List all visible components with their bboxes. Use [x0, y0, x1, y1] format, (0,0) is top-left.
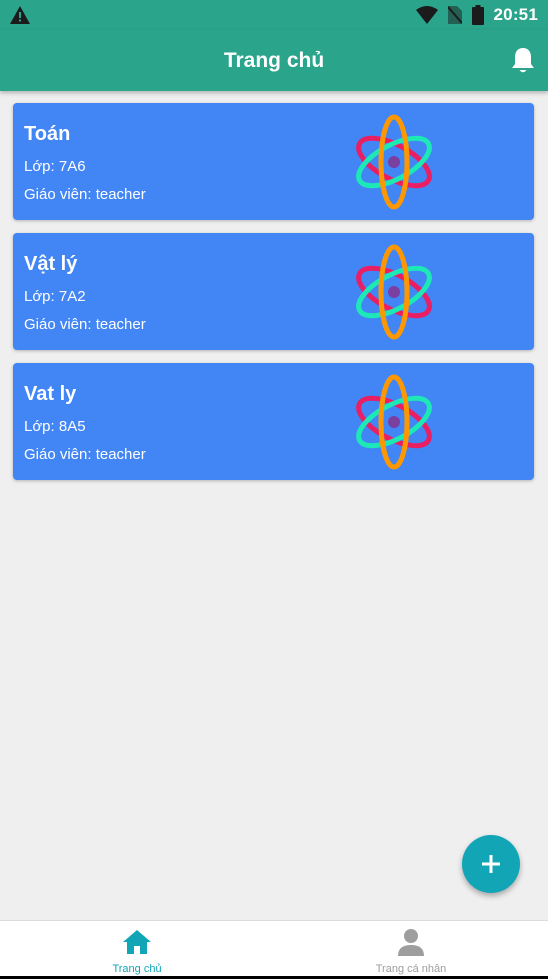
person-icon: [398, 929, 424, 956]
course-name: Vat ly: [24, 383, 77, 405]
nav-item-profile[interactable]: Trang cá nhân: [274, 921, 548, 979]
warning-icon: [10, 6, 30, 24]
no-sim-icon: [447, 6, 462, 24]
bell-icon[interactable]: [511, 46, 535, 74]
bottom-navigation: Trang chủ Trang cá nhân: [0, 920, 548, 979]
course-card[interactable]: Toán Lớp: 7A6 Giáo viên: teacher: [13, 103, 534, 220]
add-course-button[interactable]: [462, 835, 520, 893]
app-bar: Trang chủ: [0, 30, 548, 91]
wifi-icon: [415, 6, 438, 24]
course-class: Lớp: 7A6: [24, 158, 86, 175]
plus-icon: [482, 855, 500, 873]
atom-icon: [356, 374, 432, 470]
status-time: 20:51: [493, 5, 538, 24]
course-card[interactable]: Vật lý Lớp: 7A2 Giáo viên: teacher: [13, 233, 534, 350]
course-teacher: Giáo viên: teacher: [24, 446, 146, 463]
battery-icon: [471, 5, 484, 25]
course-class: Lớp: 7A2: [24, 288, 86, 305]
nav-item-home[interactable]: Trang chủ: [0, 921, 274, 979]
page-title: Trang chủ: [223, 49, 325, 72]
course-list: Toán Lớp: 7A6 Giáo viên: teacher Vật lý …: [13, 103, 534, 493]
nav-label-profile: Trang cá nhân: [375, 963, 447, 975]
course-name: Vật lý: [24, 253, 78, 275]
status-icons: 20:51: [415, 4, 538, 26]
course-class: Lớp: 8A5: [24, 418, 86, 435]
atom-icon: [356, 244, 432, 340]
atom-icon: [356, 114, 432, 210]
course-teacher: Giáo viên: teacher: [24, 186, 146, 203]
course-card[interactable]: Vat ly Lớp: 8A5 Giáo viên: teacher: [13, 363, 534, 480]
home-icon: [123, 930, 151, 954]
course-name: Toán: [24, 123, 71, 145]
nav-label-home: Trang chủ: [112, 963, 162, 975]
status-bar: 20:51: [0, 0, 548, 30]
course-teacher: Giáo viên: teacher: [24, 316, 146, 333]
